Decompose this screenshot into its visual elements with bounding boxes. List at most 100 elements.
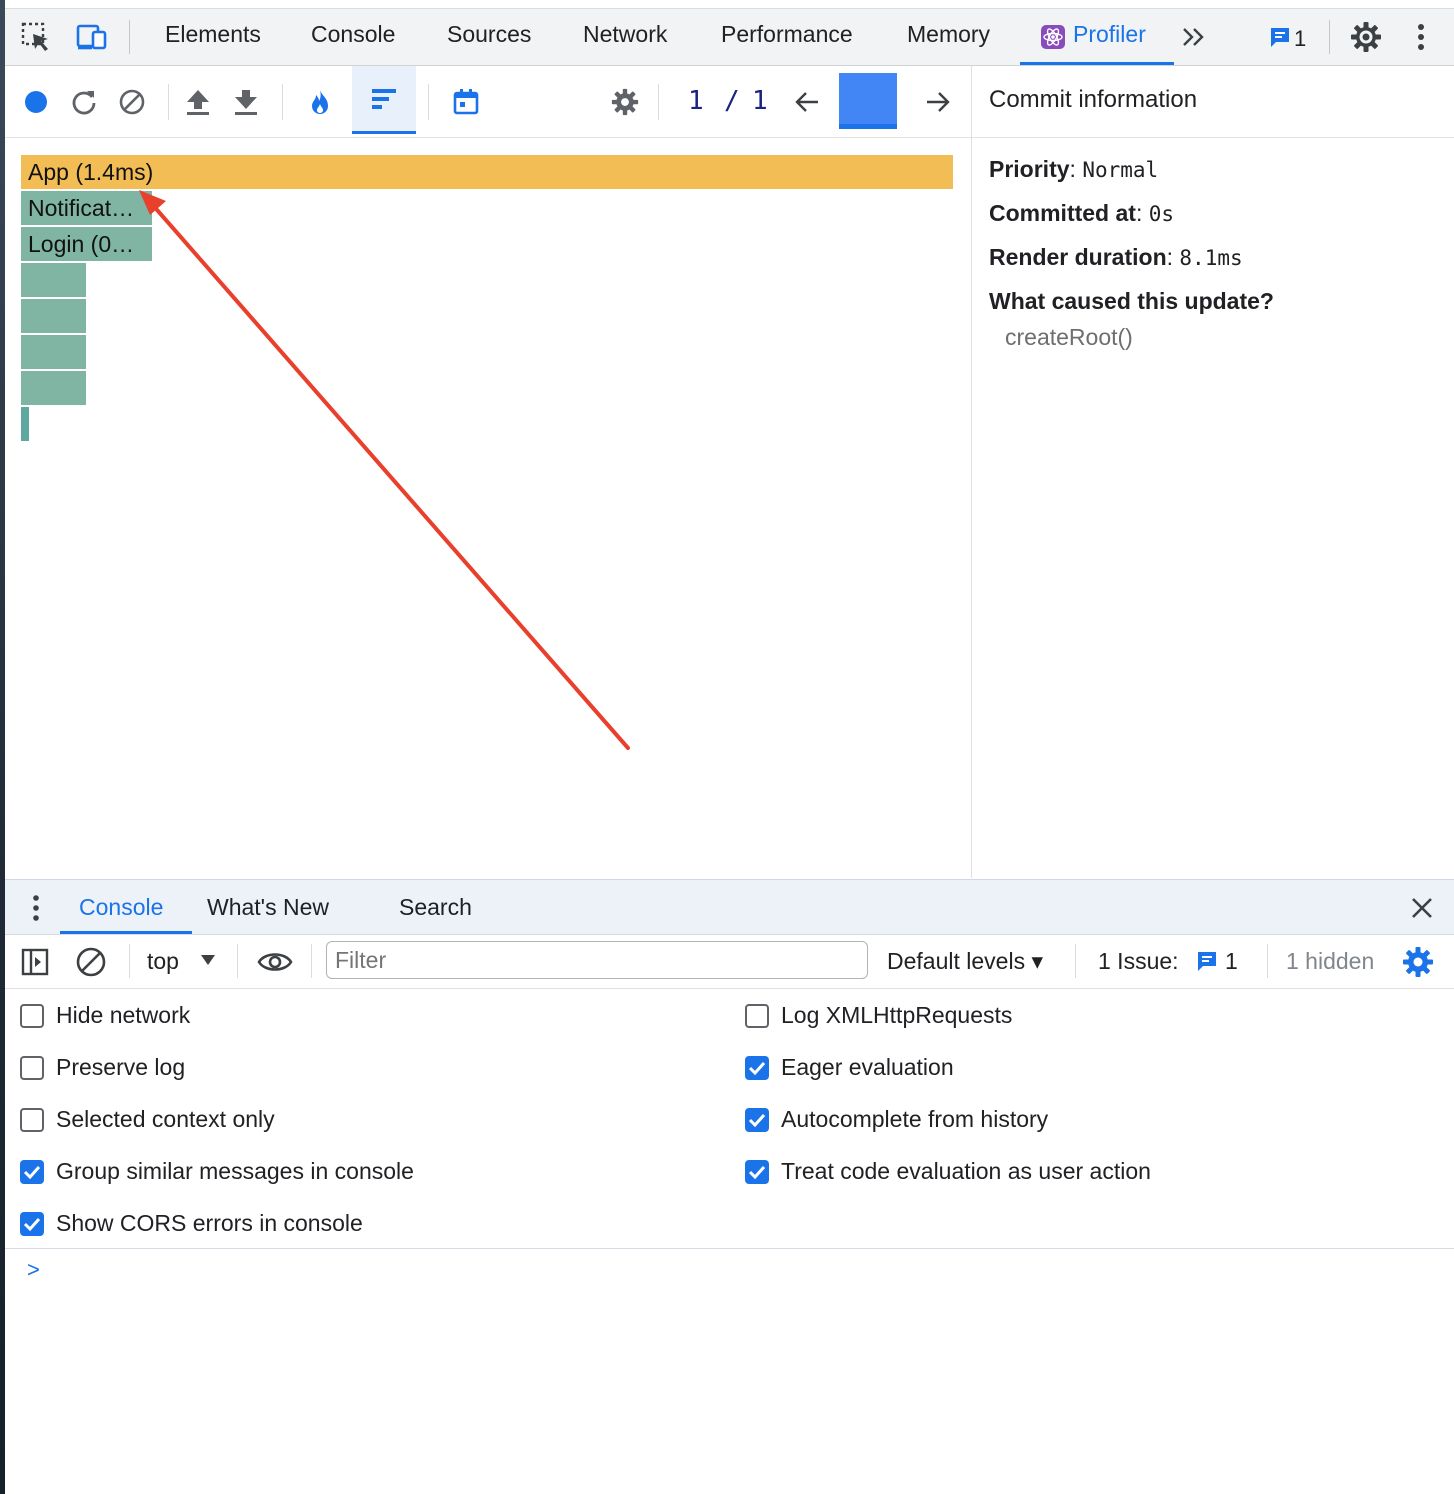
close-drawer-icon[interactable]	[1409, 895, 1435, 926]
settings-gear-icon[interactable]	[1349, 20, 1383, 54]
tab-sources[interactable]: Sources	[447, 21, 531, 48]
checkbox-checked[interactable]	[20, 1211, 44, 1236]
top-strip	[5, 0, 1454, 9]
option-preserve-log[interactable]: Preserve log	[20, 1054, 185, 1081]
checkbox[interactable]	[745, 1003, 769, 1028]
commit-information-panel: Commit information Priority: Normal Comm…	[972, 66, 1454, 878]
option-eager-evaluation[interactable]: Eager evaluation	[745, 1054, 954, 1081]
issues-message-icon[interactable]	[1195, 949, 1219, 978]
priority-row: Priority: Normal	[989, 156, 1159, 182]
desktop-edge	[0, 0, 5, 1494]
active-tab-indicator	[1020, 62, 1174, 65]
committed-at-row: Committed at: 0s	[989, 200, 1175, 226]
toolbar-separator	[168, 84, 169, 120]
commit-info-title: Commit information	[972, 66, 1454, 138]
save-profile-icon[interactable]	[228, 84, 264, 120]
flame-bar[interactable]	[21, 263, 86, 297]
record-icon[interactable]	[18, 84, 54, 120]
update-cause-label: What caused this update?	[989, 288, 1274, 315]
issues-count[interactable]: 1	[1225, 948, 1238, 975]
checkbox-checked[interactable]	[745, 1055, 769, 1080]
checkbox-checked[interactable]	[745, 1159, 769, 1184]
checkbox[interactable]	[20, 1003, 44, 1028]
console-filter-input[interactable]	[326, 941, 868, 979]
drawer-active-indicator	[60, 931, 192, 934]
inspect-element-icon[interactable]	[19, 20, 53, 54]
console-settings-gear-icon[interactable]	[1400, 944, 1436, 980]
ranked-chart-tab[interactable]	[352, 66, 416, 134]
react-atom-icon	[1038, 20, 1068, 54]
context-selector[interactable]: top	[147, 948, 179, 975]
tab-separator	[129, 20, 130, 54]
toolbar-separator	[658, 84, 659, 120]
issues-label[interactable]: 1 Issue:	[1098, 948, 1179, 975]
option-group-similar[interactable]: Group similar messages in console	[20, 1158, 414, 1185]
default-levels-dropdown[interactable]: Default levels ▾	[887, 948, 1043, 975]
checkbox[interactable]	[20, 1107, 44, 1132]
option-label: Eager evaluation	[781, 1054, 954, 1080]
toolbar-separator	[282, 84, 283, 120]
option-show-cors[interactable]: Show CORS errors in console	[20, 1210, 363, 1237]
option-selected-context-only[interactable]: Selected context only	[20, 1106, 275, 1133]
toolbar-separator	[311, 944, 312, 978]
clear-profile-icon[interactable]	[114, 84, 150, 120]
flame-bar[interactable]	[21, 299, 86, 333]
option-hide-network[interactable]: Hide network	[20, 1002, 190, 1029]
device-toolbar-icon[interactable]	[75, 20, 109, 54]
option-treat-code-as-user-action[interactable]: Treat code evaluation as user action	[745, 1158, 1151, 1185]
flame-bar[interactable]	[21, 371, 86, 405]
tab-profiler[interactable]: Profiler	[1073, 21, 1146, 48]
toolbar-separator	[129, 944, 130, 978]
checkbox-checked[interactable]	[745, 1107, 769, 1132]
kebab-menu-icon[interactable]	[1404, 20, 1438, 54]
next-commit-arrow-icon[interactable]	[920, 84, 956, 120]
issues-count[interactable]: 1	[1294, 26, 1306, 52]
option-label: Group similar messages in console	[56, 1158, 414, 1184]
drawer-tab-whats-new[interactable]: What's New	[207, 894, 329, 921]
update-cause-heading: What caused this update?	[989, 288, 1274, 314]
option-log-xhr[interactable]: Log XMLHttpRequests	[745, 1002, 1012, 1029]
console-prompt-chevron[interactable]: >	[27, 1257, 40, 1283]
drawer-menu-icon[interactable]	[31, 894, 41, 927]
toolbar-separator	[237, 944, 238, 978]
option-label: Log XMLHttpRequests	[781, 1002, 1013, 1028]
render-duration-value: 8.1ms	[1179, 246, 1243, 270]
checkbox-checked[interactable]	[20, 1159, 44, 1184]
previous-commit-arrow-icon[interactable]	[789, 84, 825, 120]
drawer-tab-console[interactable]: Console	[79, 894, 163, 921]
tab-console[interactable]: Console	[311, 21, 395, 48]
more-tabs-icon[interactable]	[1177, 20, 1211, 54]
issues-message-icon[interactable]	[1263, 20, 1297, 54]
flame-bar-login[interactable]: Login (0…	[21, 227, 152, 261]
flame-bar[interactable]	[21, 335, 86, 369]
committed-at-label: Committed at	[989, 200, 1136, 226]
priority-label: Priority	[989, 156, 1070, 182]
tab-network[interactable]: Network	[583, 21, 667, 48]
load-profile-icon[interactable]	[180, 84, 216, 120]
clear-console-icon[interactable]	[73, 944, 109, 980]
tab-memory[interactable]: Memory	[907, 21, 990, 48]
devtools-tab-bar: Elements Console Sources Network Perform…	[5, 0, 1454, 66]
commit-selector-bar[interactable]	[839, 73, 897, 129]
flame-bar[interactable]	[21, 407, 29, 441]
reload-and-profile-icon[interactable]	[66, 84, 102, 120]
drawer-tab-search[interactable]: Search	[399, 894, 472, 921]
option-label: Hide network	[56, 1002, 191, 1028]
flame-bar-notifications[interactable]: Notificat…	[21, 191, 152, 225]
toolbar-separator	[1075, 944, 1076, 978]
sidebar-toggle-icon[interactable]	[17, 944, 53, 980]
live-expression-eye-icon[interactable]	[255, 944, 295, 980]
option-autocomplete-history[interactable]: Autocomplete from history	[745, 1106, 1048, 1133]
timeline-calendar-icon[interactable]	[448, 84, 484, 120]
tab-elements[interactable]: Elements	[165, 21, 261, 48]
checkbox[interactable]	[20, 1055, 44, 1080]
render-duration-label: Render duration	[989, 244, 1167, 270]
commit-index: 1	[688, 86, 704, 116]
flamegraph-chart-icon[interactable]	[302, 84, 338, 120]
tab-performance[interactable]: Performance	[721, 21, 853, 48]
profiler-settings-gear-icon[interactable]	[607, 84, 643, 120]
flame-bar-app[interactable]: App (1.4ms)	[21, 155, 953, 189]
tab-separator	[1329, 20, 1330, 54]
option-label: Show CORS errors in console	[56, 1210, 363, 1236]
context-dropdown-icon[interactable]	[200, 953, 216, 972]
